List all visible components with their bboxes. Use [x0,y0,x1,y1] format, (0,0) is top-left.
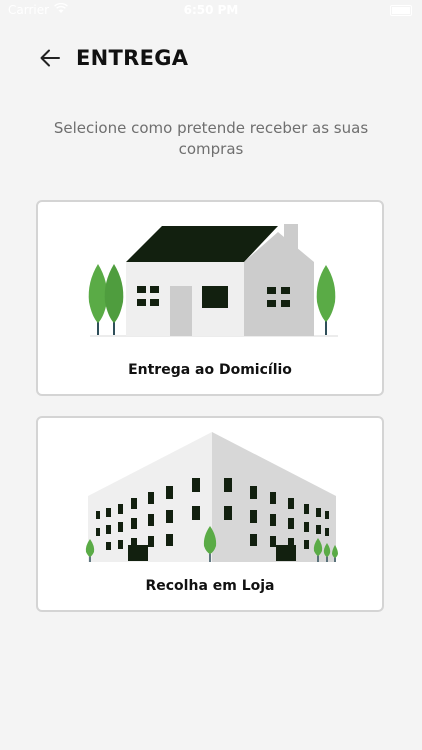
store-pickup-option[interactable]: Recolha em Loja [36,416,384,612]
tree-icon [316,265,336,335]
subtitle: Selecione como pretende receber as suas … [53,119,369,158]
tree-icon [104,264,124,335]
store-pickup-label: Recolha em Loja [145,578,275,594]
battery-icon [390,5,412,16]
status-bar: Carrier 6:50 PM [0,0,422,22]
back-arrow-icon[interactable] [38,46,62,70]
page-title: ENTREGA [76,46,189,70]
status-time: 6:50 PM [183,3,239,17]
home-delivery-option[interactable]: Entrega ao Domicílio [36,200,384,396]
home-delivery-label: Entrega ao Domicílio [128,362,292,378]
header: ENTREGA [38,46,188,70]
tree-icon [88,264,108,335]
